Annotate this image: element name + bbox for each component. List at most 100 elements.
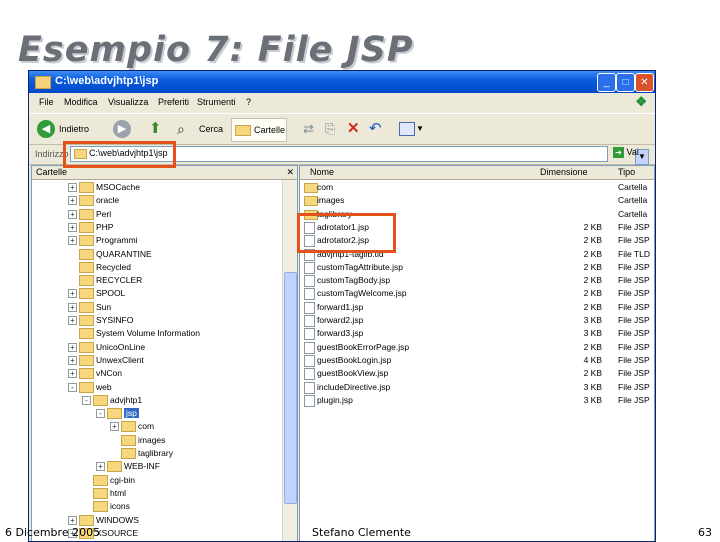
explorer-window: C:\web\advjhtp1\jsp _ □ ✕ File Modifica … <box>28 70 656 542</box>
file-size: 2 KB <box>583 368 602 379</box>
file-icon <box>304 275 315 288</box>
folder-icon <box>79 341 94 353</box>
close-button[interactable]: ✕ <box>635 73 654 92</box>
folder-icon <box>79 328 94 340</box>
file-size: 2 KB <box>583 275 602 286</box>
file-type: File JSP <box>618 235 650 246</box>
file-type: File JSP <box>618 221 650 232</box>
page-number: 63 <box>698 526 712 539</box>
file-size: 3 KB <box>583 394 602 405</box>
column-name[interactable]: Nome <box>310 167 334 177</box>
expand-icon[interactable]: + <box>68 369 77 379</box>
file-icon <box>304 315 315 327</box>
up-folder-button[interactable]: ⬆ <box>149 118 171 140</box>
file-size: 2 KB <box>583 235 602 246</box>
menu-tools[interactable]: Strumenti <box>197 97 236 107</box>
file-size: 3 KB <box>583 381 602 392</box>
file-name: includeDirective.jsp <box>317 381 391 392</box>
back-button[interactable]: ◀ Indietro <box>37 118 97 140</box>
expand-icon[interactable]: + <box>68 515 77 525</box>
file-name: plugin.jsp <box>317 394 353 405</box>
menu-favorites[interactable]: Preferiti <box>158 97 189 107</box>
minimize-button[interactable]: _ <box>597 73 616 92</box>
folders-scrollbar[interactable] <box>282 180 297 541</box>
file-row[interactable]: customTagBody.jsp 2 KB File JSP <box>300 274 654 288</box>
file-type: File TLD <box>618 248 650 259</box>
expand-icon[interactable]: + <box>68 289 77 299</box>
expand-icon[interactable]: + <box>68 342 77 352</box>
file-row[interactable]: forward1.jsp 2 KB File JSP <box>300 301 654 314</box>
undo-icon[interactable]: ↶ <box>369 118 387 140</box>
file-size: 2 KB <box>583 221 602 232</box>
folders-button[interactable]: Cartelle <box>231 118 287 142</box>
file-icon <box>304 301 315 314</box>
folder-label: Programmi <box>96 235 138 246</box>
folder-icon <box>79 221 94 233</box>
file-row[interactable]: guestBookLogin.jsp 4 KB File JSP <box>300 354 654 367</box>
file-list-header: Nome Dimensione Tipo <box>300 166 654 180</box>
file-row[interactable]: plugin.jsp 3 KB File JSP <box>300 394 654 407</box>
collapse-icon[interactable]: - <box>68 382 77 392</box>
expand-icon[interactable]: + <box>96 462 105 472</box>
maximize-button[interactable]: □ <box>616 73 635 92</box>
close-pane-icon[interactable]: ✕ <box>286 167 294 178</box>
file-icon <box>304 368 315 381</box>
file-row[interactable]: customTagAttribute.jsp 2 KB File JSP <box>300 261 654 274</box>
expand-icon[interactable]: + <box>68 209 77 219</box>
move-to-icon[interactable]: ⇄ <box>303 118 321 140</box>
file-name: guestBookView.jsp <box>317 368 389 379</box>
file-type: File JSP <box>618 381 650 392</box>
expand-icon[interactable]: + <box>68 316 77 325</box>
copy-to-icon[interactable]: ⎘ <box>325 118 343 140</box>
folder-icon <box>79 248 94 260</box>
expand-icon[interactable]: + <box>68 355 77 365</box>
folder-label: PHP <box>96 221 114 232</box>
column-type[interactable]: Tipo <box>618 167 635 177</box>
expand-icon[interactable]: + <box>68 236 77 246</box>
folder-icon <box>79 514 94 526</box>
folder-icon <box>93 487 108 499</box>
menu-help[interactable]: ? <box>246 97 251 107</box>
file-row[interactable]: customTagWelcome.jsp 2 KB File JSP <box>300 287 654 301</box>
footer-author: Stefano Clemente <box>312 526 411 539</box>
up-folder-icon: ⬆ <box>149 120 162 137</box>
menu-file[interactable]: File <box>39 97 54 107</box>
search-button[interactable]: ⌕ Cerca <box>177 118 225 140</box>
collapse-icon[interactable]: - <box>96 409 105 419</box>
folder-icon <box>79 235 94 247</box>
forward-button[interactable]: ▶ <box>113 118 143 140</box>
file-row[interactable]: guestBookErrorPage.jsp 2 KB File JSP <box>300 341 654 354</box>
expand-icon[interactable]: + <box>68 183 77 192</box>
file-row[interactable]: com Cartella <box>300 181 654 194</box>
column-size[interactable]: Dimensione <box>540 167 588 177</box>
file-icon <box>304 394 315 407</box>
footer-date: 6 Dicembre 2005 <box>5 526 101 539</box>
menu-view[interactable]: Visualizza <box>108 97 148 107</box>
file-type: File JSP <box>618 288 650 299</box>
go-button[interactable]: ➜ Vai <box>613 147 639 158</box>
expand-icon[interactable]: + <box>68 222 77 232</box>
file-row[interactable]: forward3.jsp 3 KB File JSP <box>300 327 654 341</box>
slide-title: Esempio 7: File JSP <box>18 30 414 70</box>
menu-edit[interactable]: Modifica <box>64 97 98 107</box>
file-row[interactable]: forward2.jsp 3 KB File JSP <box>300 314 654 327</box>
file-row[interactable]: images Cartella <box>300 194 654 207</box>
expand-icon[interactable]: + <box>68 302 77 312</box>
window-titlebar[interactable]: C:\web\advjhtp1\jsp _ □ ✕ <box>29 71 655 93</box>
expand-icon[interactable]: + <box>68 196 77 206</box>
views-button[interactable]: ▼ <box>399 118 425 140</box>
folder-icon <box>35 76 51 89</box>
file-type: Cartella <box>618 195 648 206</box>
expand-icon[interactable]: + <box>110 422 119 432</box>
file-row[interactable]: guestBookView.jsp 2 KB File JSP <box>300 367 654 381</box>
folder-label: oracle <box>96 195 120 206</box>
file-type: Cartella <box>618 182 648 192</box>
delete-icon[interactable]: ✕ <box>347 118 365 140</box>
folder-icon <box>121 421 136 433</box>
collapse-icon[interactable]: - <box>82 395 91 405</box>
file-size: 2 KB <box>583 261 602 272</box>
file-row[interactable]: includeDirective.jsp 3 KB File JSP <box>300 381 654 394</box>
scrollbar-thumb[interactable] <box>284 272 297 504</box>
folder-icon <box>93 501 108 513</box>
folder-icon <box>304 183 318 193</box>
